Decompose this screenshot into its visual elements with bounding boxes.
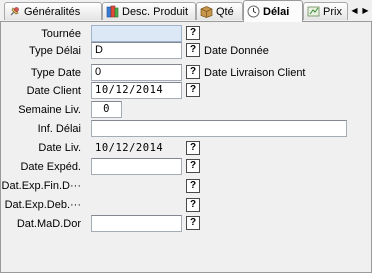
dat-exp-fin-help-button[interactable]: ? [186, 179, 200, 193]
tournee-field[interactable] [91, 25, 182, 42]
dat-exp-fin-label: Dat.Exp.Fin.D··· [1, 180, 81, 192]
date-exped-help-button[interactable]: ? [186, 159, 200, 173]
pushpin-icon [8, 5, 21, 18]
date-exped-field[interactable] [91, 158, 182, 175]
tab-delai[interactable]: Délai [243, 0, 303, 22]
tab-label: Qté [216, 5, 234, 18]
tab-label: Desc. Produit [122, 5, 189, 18]
dat-exp-deb-help-button[interactable]: ? [186, 198, 200, 212]
date-exped-label: Date Expéd. [20, 161, 81, 173]
clock-icon [247, 5, 260, 18]
type-date-label: Type Date [30, 67, 81, 79]
scroll-left-icon[interactable]: ◀ [350, 4, 359, 16]
type-date-field[interactable]: 0 [91, 64, 182, 81]
dat-exp-deb-label: Dat.Exp.Deb.··· [4, 199, 81, 211]
price-icon [307, 5, 320, 18]
type-date-help-button[interactable]: ? [186, 65, 200, 79]
type-delai-field[interactable]: D [91, 42, 182, 59]
type-date-description: Date Livraison Client [204, 67, 306, 79]
tab-strip: Généralités Desc. Produit Qté Délai Prix… [0, 0, 372, 22]
tab-label: Généralités [24, 5, 81, 18]
tab-label: Délai [263, 5, 290, 18]
tab-scroll: ◀ ▶ [350, 3, 370, 17]
inf-delai-label: Inf. Délai [37, 123, 81, 135]
date-liv-value: 10/12/2014 [95, 142, 164, 154]
inf-delai-field[interactable] [91, 120, 347, 137]
semaine-liv-field[interactable]: 0 [91, 101, 122, 118]
date-liv-help-button[interactable]: ? [186, 141, 200, 155]
date-client-help-button[interactable]: ? [186, 83, 200, 97]
type-delai-help-button[interactable]: ? [186, 43, 200, 57]
type-delai-description: Date Donnée [204, 45, 269, 57]
type-delai-label: Type Délai [29, 45, 81, 57]
delai-panel: Tournée ? Type Délai D ? Date Donnée Typ… [0, 21, 372, 273]
scroll-right-icon[interactable]: ▶ [361, 4, 370, 16]
date-client-label: Date Client [26, 85, 81, 97]
tab-generalites[interactable]: Généralités [4, 2, 102, 20]
books-icon [106, 5, 119, 18]
tab-label: Prix [323, 5, 342, 18]
semaine-liv-label: Semaine Liv. [18, 104, 81, 116]
tournee-help-button[interactable]: ? [186, 26, 200, 40]
date-client-field[interactable]: 10/12/2014 [91, 82, 182, 99]
dat-mad-dor-field[interactable] [91, 215, 182, 232]
dat-mad-dor-help-button[interactable]: ? [186, 216, 200, 230]
dat-mad-dor-label: Dat.MaD.Dor [16, 218, 81, 230]
box-icon [200, 5, 213, 18]
tab-qte[interactable]: Qté [196, 2, 243, 20]
window: Généralités Desc. Produit Qté Délai Prix… [0, 0, 372, 273]
tournee-label: Tournée [41, 28, 81, 40]
tab-prix[interactable]: Prix [303, 2, 348, 20]
tab-desc-produit[interactable]: Desc. Produit [102, 2, 196, 20]
date-liv-label: Date Liv. [38, 142, 81, 154]
